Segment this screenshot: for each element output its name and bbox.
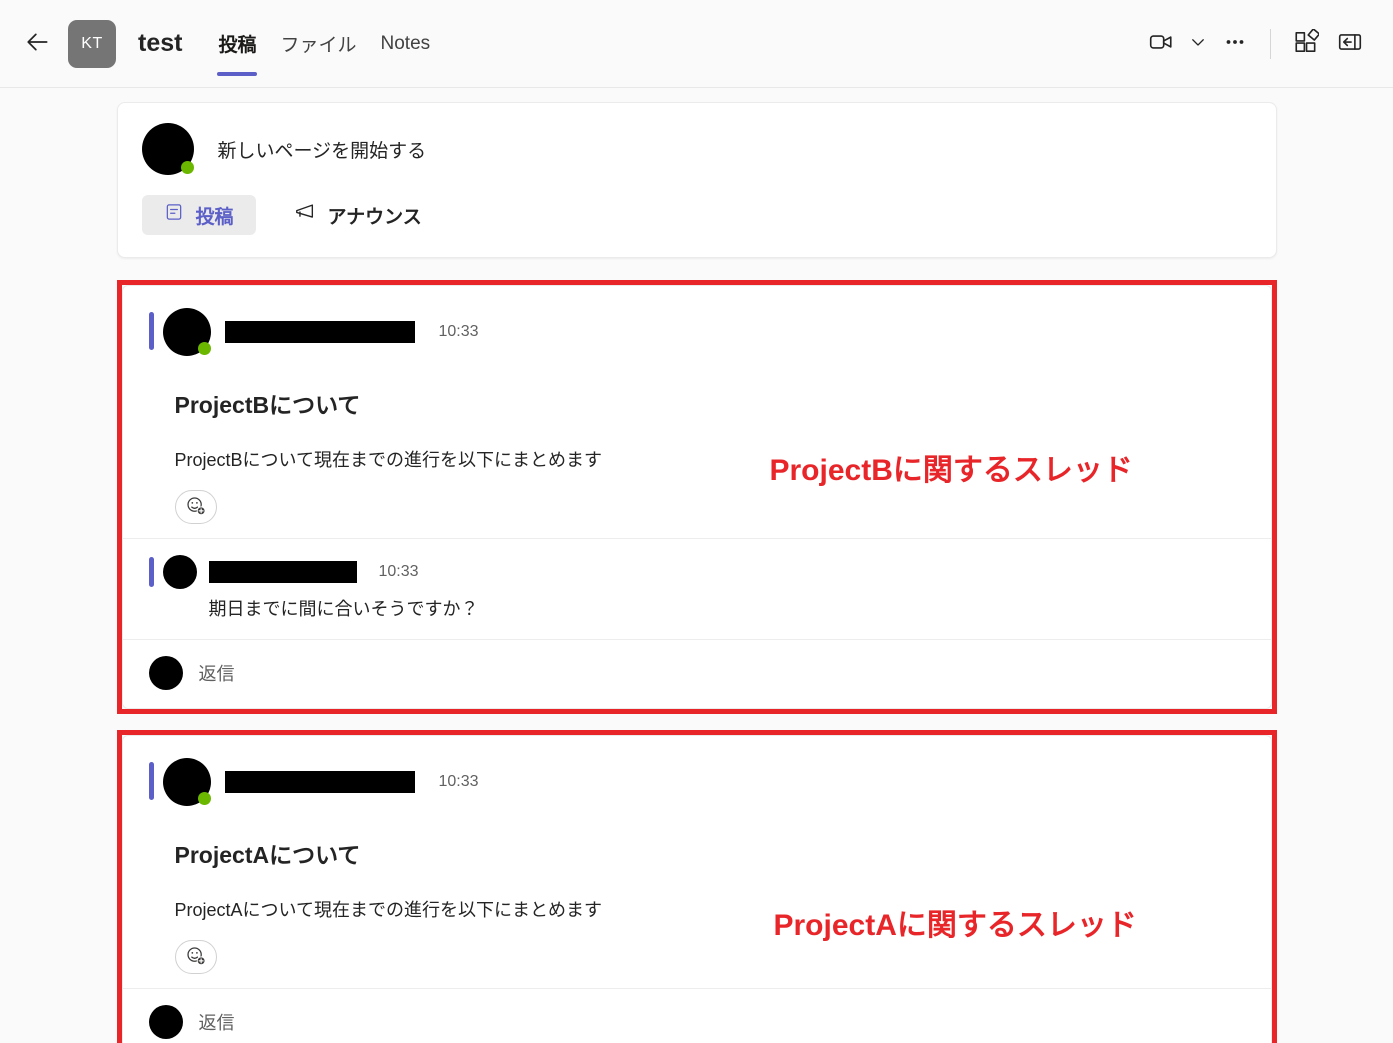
back-button[interactable] xyxy=(18,24,58,64)
presence-available-icon xyxy=(197,342,211,355)
add-reaction-button[interactable] xyxy=(174,490,217,524)
thread-projectb: 10:33 ProjectBについて ProjectBについて現在までの進行を以… xyxy=(121,285,1272,709)
presence-available-icon xyxy=(197,792,211,805)
tab-posts[interactable]: 投稿 xyxy=(206,0,268,88)
post-type-announcement-label: アナウンス xyxy=(327,206,422,228)
reply-placeholder[interactable]: 返信 xyxy=(199,660,235,686)
unread-accent-bar xyxy=(148,312,154,350)
tab-files[interactable]: ファイル xyxy=(268,0,368,88)
author-name-redacted xyxy=(208,561,357,583)
add-reaction-icon xyxy=(185,495,207,520)
team-avatar[interactable]: KT xyxy=(68,19,116,68)
post-title: ProjectBについて xyxy=(174,392,361,418)
header-actions xyxy=(1140,23,1371,65)
message-header: 10:33 xyxy=(148,758,1245,806)
presence-available-icon xyxy=(180,161,194,174)
tab-posts-label: 投稿 xyxy=(218,35,257,56)
apps-button[interactable] xyxy=(1285,23,1327,65)
new-post-placeholder[interactable]: 新しいページを開始する xyxy=(218,136,427,163)
meet-now-dropdown-button[interactable] xyxy=(1184,23,1212,65)
post-type-post-label: 投稿 xyxy=(195,206,234,228)
avatar xyxy=(162,555,197,589)
add-reaction-button[interactable] xyxy=(174,940,217,974)
post-type-announcement-button[interactable]: アナウンス xyxy=(272,195,444,235)
new-post-actions: 投稿 アナウンス xyxy=(141,195,1252,235)
thread-projecta: 10:33 ProjectAについて ProjectAについて現在までの進行を以… xyxy=(121,735,1272,1043)
reply-composer-row[interactable]: 返信 xyxy=(123,989,1271,1043)
more-options-button[interactable] xyxy=(1214,23,1256,65)
meet-now-button[interactable] xyxy=(1140,23,1182,65)
annotation-box-thread-projectb: 10:33 ProjectBについて ProjectBについて現在までの進行を以… xyxy=(116,280,1277,714)
add-reaction-icon xyxy=(185,945,207,970)
post-document-icon xyxy=(164,202,184,228)
collapse-panel-icon xyxy=(1337,29,1363,58)
avatar xyxy=(141,123,194,175)
reply-placeholder[interactable]: 返信 xyxy=(199,1009,235,1035)
posts-feed: 新しいページを開始する 投稿 アナウンス 10:33 ProjectBについて … xyxy=(0,88,1393,1043)
app-header: KT test 投稿 ファイル Notes xyxy=(0,0,1393,88)
tab-notes-label: Notes xyxy=(380,32,431,54)
collapse-panel-button[interactable] xyxy=(1329,23,1371,65)
reply-header: 10:33 xyxy=(148,555,1245,589)
reply-body: 期日までに間に合いそうですか？ xyxy=(208,599,479,619)
annotation-box-thread-projecta: 10:33 ProjectAについて ProjectAについて現在までの進行を以… xyxy=(116,730,1277,1043)
more-options-icon xyxy=(1223,30,1247,57)
post-body: ProjectAについて現在までの進行を以下にまとめます xyxy=(174,900,603,920)
tab-files-label: ファイル xyxy=(280,35,357,56)
page-title: test xyxy=(138,29,183,57)
avatar xyxy=(162,758,211,806)
reply-composer-row[interactable]: 返信 xyxy=(123,640,1271,708)
post-title: ProjectAについて xyxy=(174,842,361,868)
reply-timestamp: 10:33 xyxy=(378,563,419,580)
tab-notes[interactable]: Notes xyxy=(369,0,443,88)
author-name-redacted xyxy=(224,771,415,793)
header-divider xyxy=(1270,28,1271,59)
arrow-left-icon xyxy=(25,29,51,58)
feed-column: 新しいページを開始する 投稿 アナウンス 10:33 ProjectBについて … xyxy=(116,102,1277,1043)
thread-reply-message: 10:33 期日までに間に合いそうですか？ xyxy=(123,539,1271,639)
unread-accent-bar xyxy=(148,762,154,800)
message-header: 10:33 xyxy=(148,308,1245,356)
unread-accent-bar xyxy=(148,557,154,587)
avatar xyxy=(148,656,183,690)
message-timestamp: 10:33 xyxy=(438,773,479,790)
new-post-card[interactable]: 新しいページを開始する 投稿 アナウンス xyxy=(116,102,1277,258)
thread-root-message: 10:33 ProjectBについて ProjectBについて現在までの進行を以… xyxy=(123,286,1271,538)
chevron-down-icon xyxy=(1189,33,1207,54)
thread-root-message: 10:33 ProjectAについて ProjectAについて現在までの進行を以… xyxy=(123,736,1271,988)
post-body: ProjectBについて現在までの進行を以下にまとめます xyxy=(174,450,603,470)
author-name-redacted xyxy=(224,321,415,343)
post-type-post-button[interactable]: 投稿 xyxy=(141,195,256,235)
new-post-prompt: 新しいページを開始する xyxy=(141,123,1252,175)
avatar xyxy=(148,1005,183,1039)
avatar xyxy=(162,308,211,356)
meet-now-icon xyxy=(1148,29,1174,58)
tabstrip: 投稿 ファイル Notes xyxy=(206,0,442,88)
message-timestamp: 10:33 xyxy=(438,323,479,340)
apps-icon xyxy=(1293,28,1321,58)
megaphone-icon xyxy=(294,201,316,229)
team-avatar-initials: KT xyxy=(81,34,103,52)
